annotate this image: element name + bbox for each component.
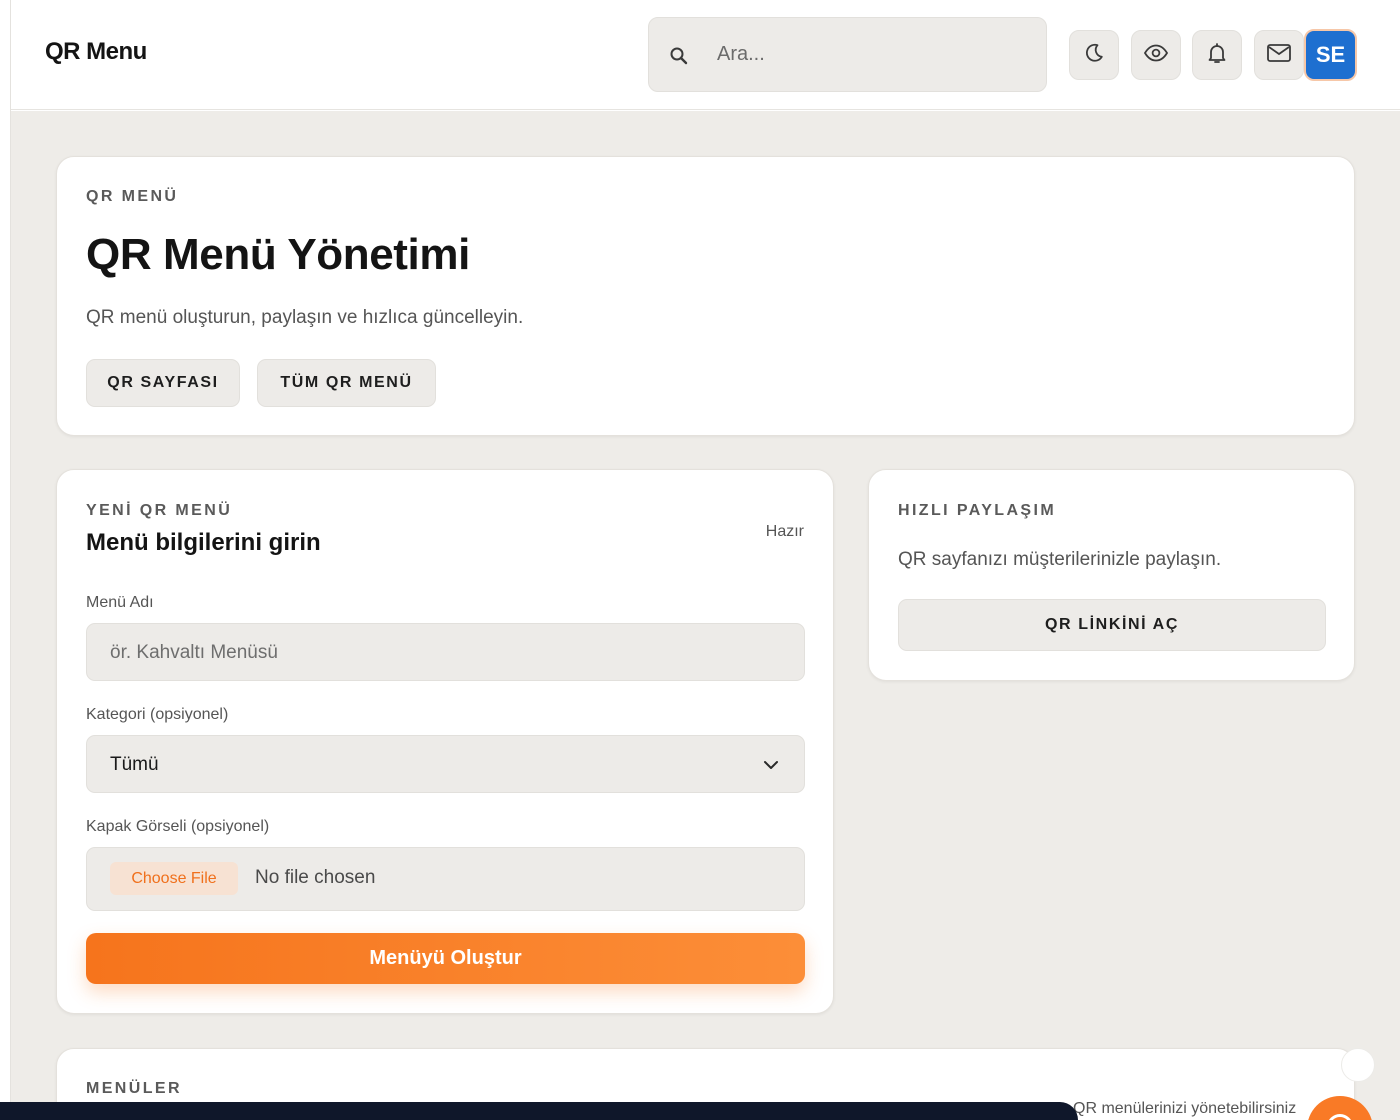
notifications-button[interactable] [1192, 30, 1242, 80]
new-menu-card: YENİ QR MENÜ Menü bilgilerini girin Hazı… [56, 469, 834, 1014]
page-title: QR Menü Yönetimi [86, 230, 470, 279]
all-qr-menus-button[interactable]: TÜM QR MENÜ [257, 359, 436, 407]
choose-file-button[interactable]: Choose File [110, 862, 238, 895]
new-menu-eyebrow: YENİ QR MENÜ [86, 502, 233, 519]
status-text: Hazır [765, 523, 804, 540]
search-box[interactable] [648, 17, 1047, 92]
user-avatar[interactable]: SE [1304, 29, 1357, 81]
no-file-text: No file chosen [255, 867, 376, 888]
quick-share-card: HIZLI PAYLAŞIM QR sayfanızı müşterilerin… [868, 469, 1355, 681]
menus-eyebrow: MENÜLER [86, 1080, 182, 1097]
menu-name-label: Menü Adı [86, 594, 154, 611]
hero-eyebrow: QR MENÜ [86, 188, 179, 205]
form-title: Menü bilgilerini girin [86, 529, 321, 556]
preview-button[interactable] [1131, 30, 1181, 80]
page-subtitle: QR menü oluşturun, paylaşın ve hızlıca g… [86, 307, 524, 328]
left-rail [0, 0, 11, 1120]
hero-card: QR MENÜ QR Menü Yönetimi QR menü oluştur… [56, 156, 1355, 436]
cover-image-label: Kapak Görseli (opsiyonel) [86, 818, 270, 835]
category-select[interactable]: Tümü [86, 735, 805, 793]
create-menu-button[interactable]: Menüyü Oluştur [86, 933, 805, 984]
cover-file-input[interactable]: Choose File No file chosen [86, 847, 805, 911]
bottom-toolbar [0, 1102, 1078, 1120]
quick-share-text: QR sayfanızı müşterilerinizle paylaşın. [898, 549, 1222, 570]
category-value: Tümü [110, 754, 159, 775]
menu-name-field[interactable]: ör. Kahvaltı Menüsü [86, 623, 805, 681]
menu-name-placeholder: ör. Kahvaltı Menüsü [110, 642, 278, 663]
quick-share-eyebrow: HIZLI PAYLAŞIM [898, 502, 1057, 519]
top-bar: QR Menu [11, 0, 1400, 110]
qr-page-button[interactable]: QR SAYFASI [86, 359, 240, 407]
chevron-down-icon [762, 756, 780, 779]
search-icon [669, 46, 689, 66]
brand-logo[interactable]: QR Menu [45, 38, 147, 66]
moon-icon [1082, 41, 1106, 70]
eye-icon [1143, 40, 1169, 71]
mail-icon [1266, 42, 1292, 69]
messages-button[interactable] [1254, 30, 1304, 80]
category-label: Kategori (opsiyonel) [86, 706, 229, 723]
bell-icon [1205, 41, 1229, 70]
theme-toggle-button[interactable] [1069, 30, 1119, 80]
search-input[interactable] [717, 18, 1037, 91]
open-qr-link-button[interactable]: QR LİNKİNİ AÇ [898, 599, 1326, 651]
help-icon [1327, 1114, 1353, 1120]
scroll-indicator[interactable] [1341, 1048, 1375, 1082]
menus-description: QR menülerinizi yönetebilirsiniz [1073, 1100, 1297, 1117]
